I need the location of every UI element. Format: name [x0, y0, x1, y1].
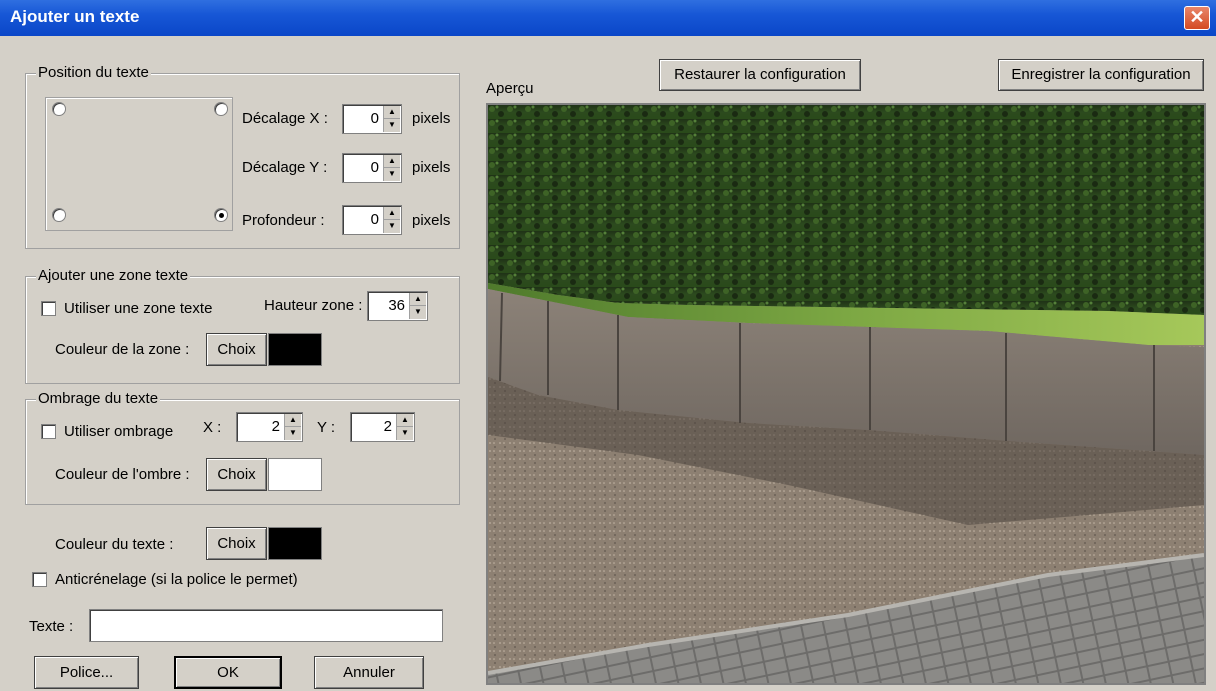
restore-config-button[interactable]: Restaurer la configuration	[659, 59, 861, 91]
title-bar[interactable]: Ajouter un texte ✕	[0, 0, 1216, 36]
zone-color-choose-button[interactable]: Choix	[206, 333, 267, 366]
depth-unit: pixels	[412, 212, 451, 229]
anchor-top-right-radio[interactable]	[214, 102, 228, 116]
offset-x-arrows: ▲ ▼	[383, 106, 400, 132]
shadow-x-spinner[interactable]: 2 ▲ ▼	[236, 412, 303, 442]
spin-up-icon[interactable]: ▲	[384, 106, 400, 119]
antialias-checkbox[interactable]	[32, 572, 47, 587]
zone-height-value: 36	[388, 297, 405, 314]
use-shadow-checkbox[interactable]	[41, 424, 56, 439]
spin-up-icon[interactable]: ▲	[384, 207, 400, 220]
depth-arrows: ▲ ▼	[383, 207, 400, 233]
shadow-y-arrows: ▲ ▼	[396, 414, 413, 440]
offset-y-value: 0	[370, 159, 379, 176]
depth-value: 0	[370, 211, 379, 228]
spin-up-icon[interactable]: ▲	[397, 414, 413, 427]
close-button[interactable]: ✕	[1184, 6, 1210, 30]
depth-spinner[interactable]: 0 ▲ ▼	[342, 205, 402, 235]
zone-height-arrows: ▲ ▼	[409, 293, 426, 319]
anchor-bottom-right-radio[interactable]	[214, 208, 228, 222]
position-legend: Position du texte	[36, 64, 151, 81]
anchor-box	[45, 97, 233, 231]
spin-down-icon[interactable]: ▼	[397, 427, 413, 440]
spin-down-icon[interactable]: ▼	[285, 427, 301, 440]
spin-down-icon[interactable]: ▼	[384, 220, 400, 233]
zone-height-label: Hauteur zone :	[264, 297, 363, 314]
spin-up-icon[interactable]: ▲	[410, 293, 426, 306]
zone-color-label: Couleur de la zone :	[55, 341, 190, 358]
shadow-color-choose-button[interactable]: Choix	[206, 458, 267, 491]
shadow-y-spinner[interactable]: 2 ▲ ▼	[350, 412, 415, 442]
offset-y-label: Décalage Y :	[242, 159, 328, 176]
zone-legend: Ajouter une zone texte	[36, 267, 191, 284]
offset-y-spinner[interactable]: 0 ▲ ▼	[342, 153, 402, 183]
text-label: Texte :	[29, 618, 74, 635]
offset-x-value: 0	[370, 110, 379, 127]
shadow-color-swatch	[268, 458, 322, 491]
preview-image	[486, 103, 1206, 685]
text-color-swatch	[268, 527, 322, 560]
use-shadow-label[interactable]: Utiliser ombrage	[64, 423, 173, 440]
text-color-choose-button[interactable]: Choix	[206, 527, 267, 560]
shadow-y-value: 2	[383, 418, 392, 435]
offset-y-arrows: ▲ ▼	[383, 155, 400, 181]
close-icon: ✕	[1189, 7, 1205, 27]
offset-x-spinner[interactable]: 0 ▲ ▼	[342, 104, 402, 134]
dialog-window: Ajouter un texte ✕ Position du texte Déc…	[0, 0, 1216, 691]
offset-y-unit: pixels	[412, 159, 451, 176]
anchor-top-left-radio[interactable]	[52, 102, 66, 116]
save-config-button[interactable]: Enregistrer la configuration	[998, 59, 1204, 91]
spin-down-icon[interactable]: ▼	[384, 119, 400, 132]
shadow-x-value: 2	[271, 418, 280, 435]
offset-x-label: Décalage X :	[242, 110, 328, 127]
zone-height-spinner[interactable]: 36 ▲ ▼	[367, 291, 428, 321]
cancel-button[interactable]: Annuler	[314, 656, 424, 689]
spin-down-icon[interactable]: ▼	[410, 306, 426, 319]
shadow-color-label: Couleur de l'ombre :	[55, 466, 190, 483]
ok-button[interactable]: OK	[174, 656, 282, 689]
zone-color-swatch	[268, 333, 322, 366]
shadow-y-label: Y :	[317, 419, 336, 436]
shadow-x-arrows: ▲ ▼	[284, 414, 301, 440]
spin-up-icon[interactable]: ▲	[384, 155, 400, 168]
spin-down-icon[interactable]: ▼	[384, 168, 400, 181]
spin-up-icon[interactable]: ▲	[285, 414, 301, 427]
font-button[interactable]: Police...	[34, 656, 139, 689]
offset-x-unit: pixels	[412, 110, 451, 127]
text-color-label: Couleur du texte :	[55, 536, 174, 553]
shadow-legend: Ombrage du texte	[36, 390, 161, 407]
anchor-bottom-left-radio[interactable]	[52, 208, 66, 222]
use-zone-checkbox[interactable]	[41, 301, 56, 316]
depth-label: Profondeur :	[242, 212, 325, 229]
use-zone-label[interactable]: Utiliser une zone texte	[64, 300, 212, 317]
window-title: Ajouter un texte	[10, 7, 140, 26]
text-input[interactable]	[89, 609, 443, 642]
preview-label: Aperçu	[486, 80, 534, 97]
antialias-label[interactable]: Anticrénelage (si la police le permet)	[55, 571, 298, 588]
preview-photo	[488, 105, 1204, 683]
shadow-x-label: X :	[203, 419, 222, 436]
